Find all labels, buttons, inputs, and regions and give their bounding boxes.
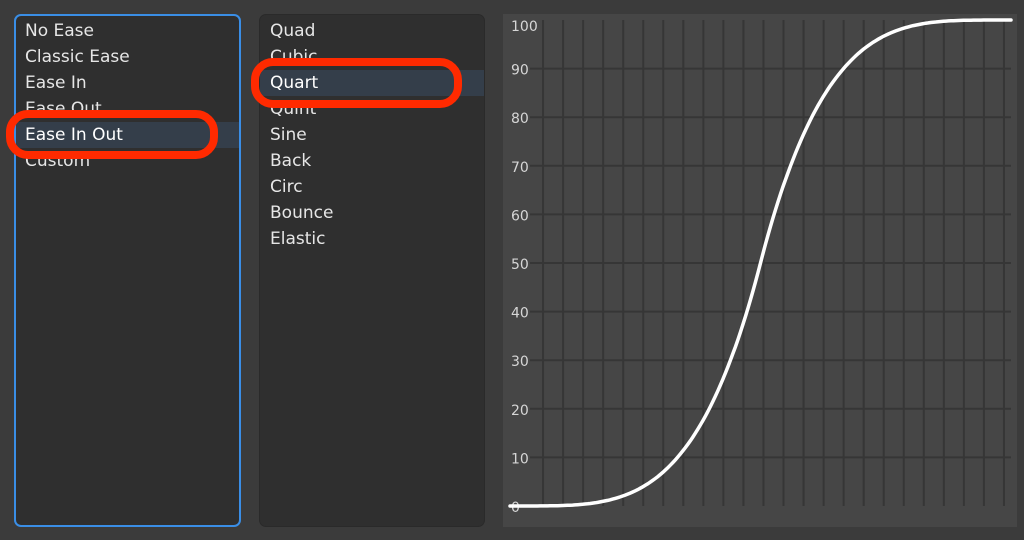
y-tick-label: 100 <box>511 19 538 35</box>
y-tick-label: 0 <box>511 500 520 516</box>
y-tick-label: 30 <box>511 354 529 370</box>
y-tick-label: 10 <box>511 451 529 467</box>
ease-function-sine[interactable]: Sine <box>260 122 484 148</box>
ease-type-custom[interactable]: Custom <box>16 148 239 174</box>
y-tick-label: 90 <box>511 63 529 79</box>
ease-type-ease-in-out[interactable]: Ease In Out <box>16 122 239 148</box>
ease-type-no-ease[interactable]: No Ease <box>16 18 239 44</box>
y-tick-label: 40 <box>511 306 529 322</box>
ease-function-cubic[interactable]: Cubic <box>260 44 484 70</box>
ease-function-list[interactable]: Quad Cubic Quart Quint Sine Back Circ Bounce Ela… <box>259 14 485 527</box>
y-tick-label: 50 <box>511 257 529 273</box>
ease-curve-graph: 0 10 20 30 40 50 60 70 80 90 100 <box>503 14 1017 527</box>
ease-curve-svg: 0 10 20 30 40 50 60 70 80 90 100 <box>508 18 1013 516</box>
ease-function-quad[interactable]: Quad <box>260 18 484 44</box>
ease-type-ease-in[interactable]: Ease In <box>16 70 239 96</box>
ease-type-ease-out[interactable]: Ease Out <box>16 96 239 122</box>
ease-type-list[interactable]: No Ease Classic Ease Ease In Ease Out Ease I… <box>14 14 241 527</box>
ease-function-bounce[interactable]: Bounce <box>260 200 484 226</box>
ease-function-back[interactable]: Back <box>260 148 484 174</box>
ease-function-quart[interactable]: Quart <box>260 70 484 96</box>
y-tick-label: 70 <box>511 160 529 176</box>
ease-type-classic-ease[interactable]: Classic Ease <box>16 44 239 70</box>
ease-function-elastic[interactable]: Elastic <box>260 226 484 252</box>
y-tick-label: 80 <box>511 111 529 127</box>
ease-function-quint[interactable]: Quint <box>260 96 484 122</box>
ease-function-circ[interactable]: Circ <box>260 174 484 200</box>
y-tick-label: 20 <box>511 403 529 419</box>
y-tick-label: 60 <box>511 208 529 224</box>
